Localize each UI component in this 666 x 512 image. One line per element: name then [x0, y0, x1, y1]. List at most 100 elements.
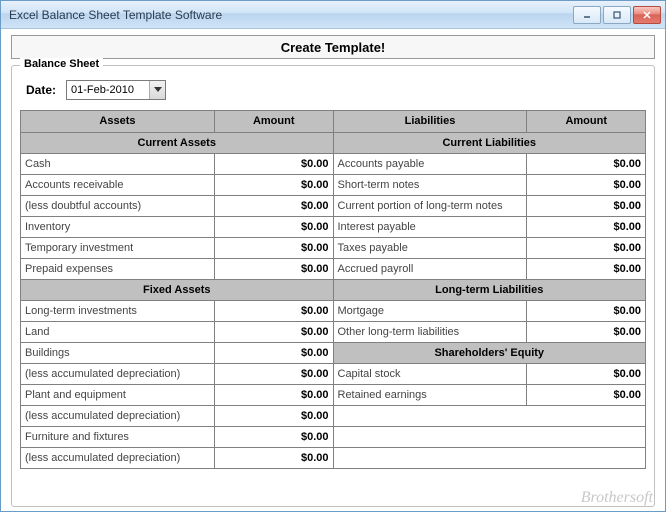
row-amount: $0.00: [214, 426, 333, 447]
row-amount: $0.00: [527, 216, 646, 237]
column-header: Liabilities: [334, 111, 527, 132]
table-row: Accounts payable$0.00: [334, 153, 646, 174]
row-amount: $0.00: [214, 237, 333, 258]
window-controls: [573, 6, 661, 24]
table-row: Accrued payroll$0.00: [334, 258, 646, 279]
row-amount: $0.00: [214, 153, 333, 174]
row-amount: $0.00: [527, 384, 646, 405]
column-header: Assets: [21, 111, 214, 132]
row-name: Accrued payroll: [334, 258, 527, 279]
row-name: Short-term notes: [334, 174, 527, 195]
date-row: Date: 01-Feb-2010: [26, 80, 646, 100]
row-amount: $0.00: [214, 174, 333, 195]
row-amount: $0.00: [527, 237, 646, 258]
row-amount: $0.00: [214, 384, 333, 405]
row-amount: $0.00: [527, 258, 646, 279]
row-name: Furniture and fixtures: [21, 426, 214, 447]
maximize-button[interactable]: [603, 6, 631, 24]
table-row: Prepaid expenses$0.00: [21, 258, 333, 279]
row-amount: $0.00: [527, 195, 646, 216]
balance-sheet-table: AssetsAmountCurrent AssetsCash$0.00Accou…: [20, 110, 646, 469]
row-amount: $0.00: [214, 195, 333, 216]
row-name: Retained earnings: [334, 384, 527, 405]
liabilities-column: LiabilitiesAmountCurrent LiabilitiesAcco…: [334, 111, 647, 469]
row-name: Plant and equipment: [21, 384, 214, 405]
minimize-button[interactable]: [573, 6, 601, 24]
table-row: Capital stock$0.00: [334, 363, 646, 384]
column-header: Amount: [527, 111, 646, 132]
row-name: Mortgage: [334, 300, 527, 321]
maximize-icon: [612, 10, 622, 20]
section-header: Shareholders' Equity: [334, 342, 646, 363]
table-row: Other long-term liabilities$0.00: [334, 321, 646, 342]
client-area: Create Template! Balance Sheet Date: 01-…: [1, 29, 665, 511]
app-window: Excel Balance Sheet Template Software Cr…: [0, 0, 666, 512]
row-amount: $0.00: [214, 447, 333, 468]
row-name: Cash: [21, 153, 214, 174]
row-name: Land: [21, 321, 214, 342]
row-name: Interest payable: [334, 216, 527, 237]
table-row: (less accumulated depreciation)$0.00: [21, 405, 333, 426]
chevron-down-icon: [149, 81, 165, 99]
table-row: Current portion of long-term notes$0.00: [334, 195, 646, 216]
table-row: Mortgage$0.00: [334, 300, 646, 321]
section-header: Fixed Assets: [21, 279, 333, 300]
row-name: (less doubtful accounts): [21, 195, 214, 216]
table-row: Plant and equipment$0.00: [21, 384, 333, 405]
row-name: Current portion of long-term notes: [334, 195, 527, 216]
row-amount: $0.00: [214, 342, 333, 363]
column-header: Amount: [214, 111, 333, 132]
table-row: Taxes payable$0.00: [334, 237, 646, 258]
row-amount: $0.00: [527, 174, 646, 195]
row-amount: $0.00: [527, 363, 646, 384]
table-row: Furniture and fixtures$0.00: [21, 426, 333, 447]
row-name: Taxes payable: [334, 237, 527, 258]
table-row: (less accumulated depreciation)$0.00: [21, 447, 333, 468]
date-picker[interactable]: 01-Feb-2010: [66, 80, 166, 100]
row-name: Prepaid expenses: [21, 258, 214, 279]
section-header: Current Assets: [21, 132, 333, 153]
section-header: Long-term Liabilities: [334, 279, 646, 300]
titlebar[interactable]: Excel Balance Sheet Template Software: [1, 1, 665, 29]
table-row: Accounts receivable$0.00: [21, 174, 333, 195]
date-label: Date:: [26, 83, 56, 97]
minimize-icon: [582, 10, 592, 20]
create-template-button[interactable]: Create Template!: [11, 35, 655, 59]
row-name: Long-term investments: [21, 300, 214, 321]
table-row: Cash$0.00: [21, 153, 333, 174]
row-name: Accounts receivable: [21, 174, 214, 195]
row-amount: $0.00: [214, 258, 333, 279]
row-amount: $0.00: [214, 300, 333, 321]
table-row: Buildings$0.00: [21, 342, 333, 363]
close-button[interactable]: [633, 6, 661, 24]
date-value: 01-Feb-2010: [71, 84, 134, 96]
table-row: Temporary investment$0.00: [21, 237, 333, 258]
table-row: Inventory$0.00: [21, 216, 333, 237]
row-amount: $0.00: [214, 321, 333, 342]
row-name: Inventory: [21, 216, 214, 237]
table-row: Long-term investments$0.00: [21, 300, 333, 321]
section-header: Current Liabilities: [334, 132, 646, 153]
assets-column: AssetsAmountCurrent AssetsCash$0.00Accou…: [21, 111, 334, 469]
table-row-empty: [334, 426, 646, 447]
row-name: Capital stock: [334, 363, 527, 384]
table-row: (less accumulated depreciation)$0.00: [21, 363, 333, 384]
balance-sheet-group: Balance Sheet Date: 01-Feb-2010 AssetsAm…: [11, 65, 655, 507]
row-name: (less accumulated depreciation): [21, 405, 214, 426]
row-name: Other long-term liabilities: [334, 321, 527, 342]
window-title: Excel Balance Sheet Template Software: [9, 8, 573, 22]
row-name: Temporary investment: [21, 237, 214, 258]
fieldset-legend: Balance Sheet: [20, 58, 103, 70]
table-row: Land$0.00: [21, 321, 333, 342]
row-name: (less accumulated depreciation): [21, 447, 214, 468]
row-amount: $0.00: [527, 321, 646, 342]
table-row: Short-term notes$0.00: [334, 174, 646, 195]
row-amount: $0.00: [214, 363, 333, 384]
row-amount: $0.00: [527, 153, 646, 174]
row-amount: $0.00: [214, 216, 333, 237]
table-row: Retained earnings$0.00: [334, 384, 646, 405]
table-row: Interest payable$0.00: [334, 216, 646, 237]
table-row-empty: [334, 405, 646, 426]
table-row: (less doubtful accounts)$0.00: [21, 195, 333, 216]
close-icon: [642, 10, 652, 20]
